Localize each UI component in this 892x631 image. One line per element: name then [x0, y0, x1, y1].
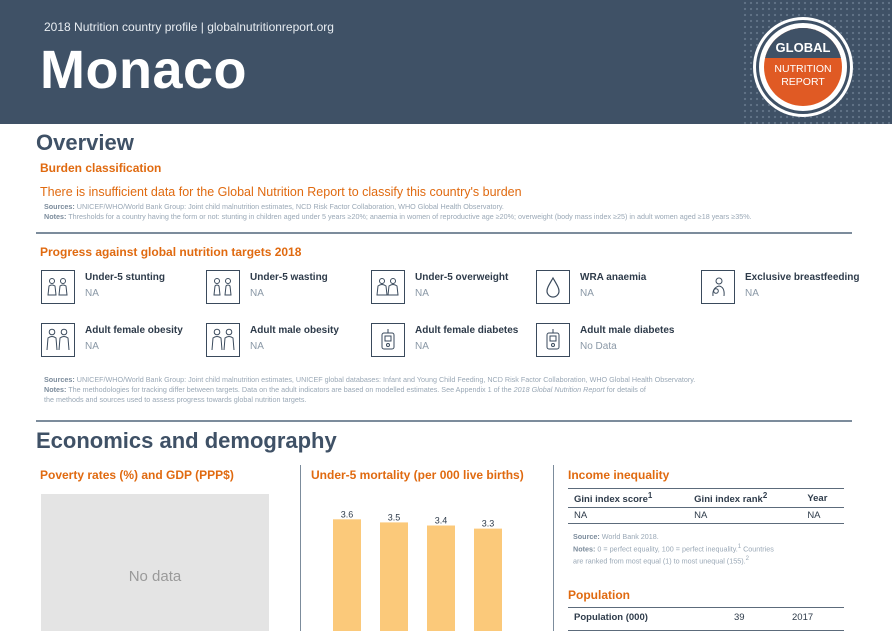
glucose-meter-icon: [371, 323, 405, 357]
target-value: NA: [250, 288, 264, 299]
col-year: Year: [801, 487, 844, 509]
section-divider: [36, 232, 852, 234]
population-heading: Population: [568, 588, 630, 602]
mortality-bar: [380, 522, 408, 631]
target-value: No Data: [580, 341, 617, 352]
mortality-bar-label: 3.4: [435, 516, 448, 526]
logo-line1: GLOBAL: [775, 40, 831, 55]
poverty-heading: Poverty rates (%) and GDP (PPP$): [40, 468, 234, 482]
header-subtitle: 2018 Nutrition country profile | globaln…: [44, 20, 334, 34]
target-label: Adult female diabetes: [415, 325, 519, 336]
mortality-bar-label: 3.5: [388, 512, 401, 522]
target-value: NA: [415, 288, 429, 299]
adults-icon: [41, 323, 75, 357]
target-adult-male-obesity: Adult male obesity NA: [206, 323, 366, 363]
table-row: NA NA NA: [568, 507, 844, 525]
target-exclusive-breastfeeding: Exclusive breastfeeding NA: [701, 270, 861, 310]
gnr-logo: GLOBAL NUTRITION REPORT: [756, 20, 850, 114]
children-icon: [206, 270, 240, 304]
population-label: Population (000): [574, 612, 648, 623]
section-divider: [36, 420, 852, 422]
table-cell: NA: [568, 507, 689, 525]
mortality-bar: [427, 525, 455, 631]
target-label: Under-5 wasting: [250, 272, 328, 283]
target-label: WRA anaemia: [580, 272, 647, 283]
no-data-label: No data: [128, 568, 182, 585]
target-value: NA: [85, 288, 99, 299]
adults-icon: [206, 323, 240, 357]
mortality-bar: [474, 528, 502, 631]
economics-title: Economics and demography: [36, 428, 337, 453]
target-label: Under-5 stunting: [85, 272, 165, 283]
target-adult-female-diabetes: Adult female diabetes NA: [371, 323, 531, 363]
target-label: Adult male obesity: [250, 325, 339, 336]
target-under5-wasting: Under-5 wasting NA: [206, 270, 366, 310]
target-adult-male-diabetes: Adult male diabetes No Data: [536, 323, 696, 363]
mortality-bar: [333, 519, 361, 631]
col-gini-rank: Gini index rank2: [688, 487, 802, 509]
mortality-heading: Under-5 mortality (per 000 live births): [311, 468, 524, 482]
target-label: Adult female obesity: [85, 325, 183, 336]
blood-drop-icon: [536, 270, 570, 304]
population-year: 2017: [792, 612, 814, 623]
column-divider: [300, 465, 301, 631]
mortality-bar-label: 3.6: [341, 509, 354, 519]
table-cell: NA: [801, 507, 844, 525]
progress-sources: Sources: UNICEF/WHO/World Bank Group: Jo…: [44, 375, 696, 404]
income-heading: Income inequality: [568, 468, 670, 482]
target-value: NA: [745, 288, 759, 299]
population-value: 39: [734, 612, 745, 623]
mortality-chart: 3.6 3.5 3.4 3.3: [333, 509, 502, 631]
page-header: 2018 Nutrition country profile | globaln…: [0, 0, 892, 124]
children-icon: [371, 270, 405, 304]
income-sources: Source: World Bank 2018. Notes: 0 = perf…: [573, 532, 774, 566]
logo-line2: NUTRITION: [774, 63, 832, 75]
mortality-bar-label: 3.3: [482, 519, 495, 529]
target-label: Adult male diabetes: [580, 325, 675, 336]
burden-sources: Sources: UNICEF/WHO/World Bank Group: Jo…: [44, 202, 752, 221]
target-wra-anaemia: WRA anaemia NA: [536, 270, 696, 310]
target-label: Under-5 overweight: [415, 272, 509, 283]
children-icon: [41, 270, 75, 304]
income-table: Gini index score1 Gini index rank2 Year …: [568, 487, 844, 525]
population-row: Population (000) 39 2017: [568, 607, 844, 631]
column-divider: [553, 465, 554, 631]
target-value: NA: [85, 341, 99, 352]
target-value: NA: [580, 288, 594, 299]
breastfeeding-icon: [701, 270, 735, 304]
glucose-meter-icon: [536, 323, 570, 357]
target-adult-female-obesity: Adult female obesity NA: [41, 323, 201, 363]
target-value: NA: [250, 341, 264, 352]
table-cell: NA: [688, 507, 802, 525]
overview-title: Overview: [36, 130, 134, 155]
target-under5-overweight: Under-5 overweight NA: [371, 270, 531, 310]
logo-line3: REPORT: [781, 76, 825, 88]
target-value: NA: [415, 341, 429, 352]
country-title: Monaco: [40, 40, 248, 100]
burden-text: There is insufficient data for the Globa…: [40, 185, 522, 199]
poverty-no-data-panel: No data: [41, 494, 269, 631]
target-label: Exclusive breastfeeding: [745, 272, 860, 283]
progress-heading: Progress against global nutrition target…: [40, 245, 302, 259]
burden-heading: Burden classification: [40, 161, 162, 175]
target-under5-stunting: Under-5 stunting NA: [41, 270, 201, 310]
col-gini-score: Gini index score1: [568, 487, 689, 509]
